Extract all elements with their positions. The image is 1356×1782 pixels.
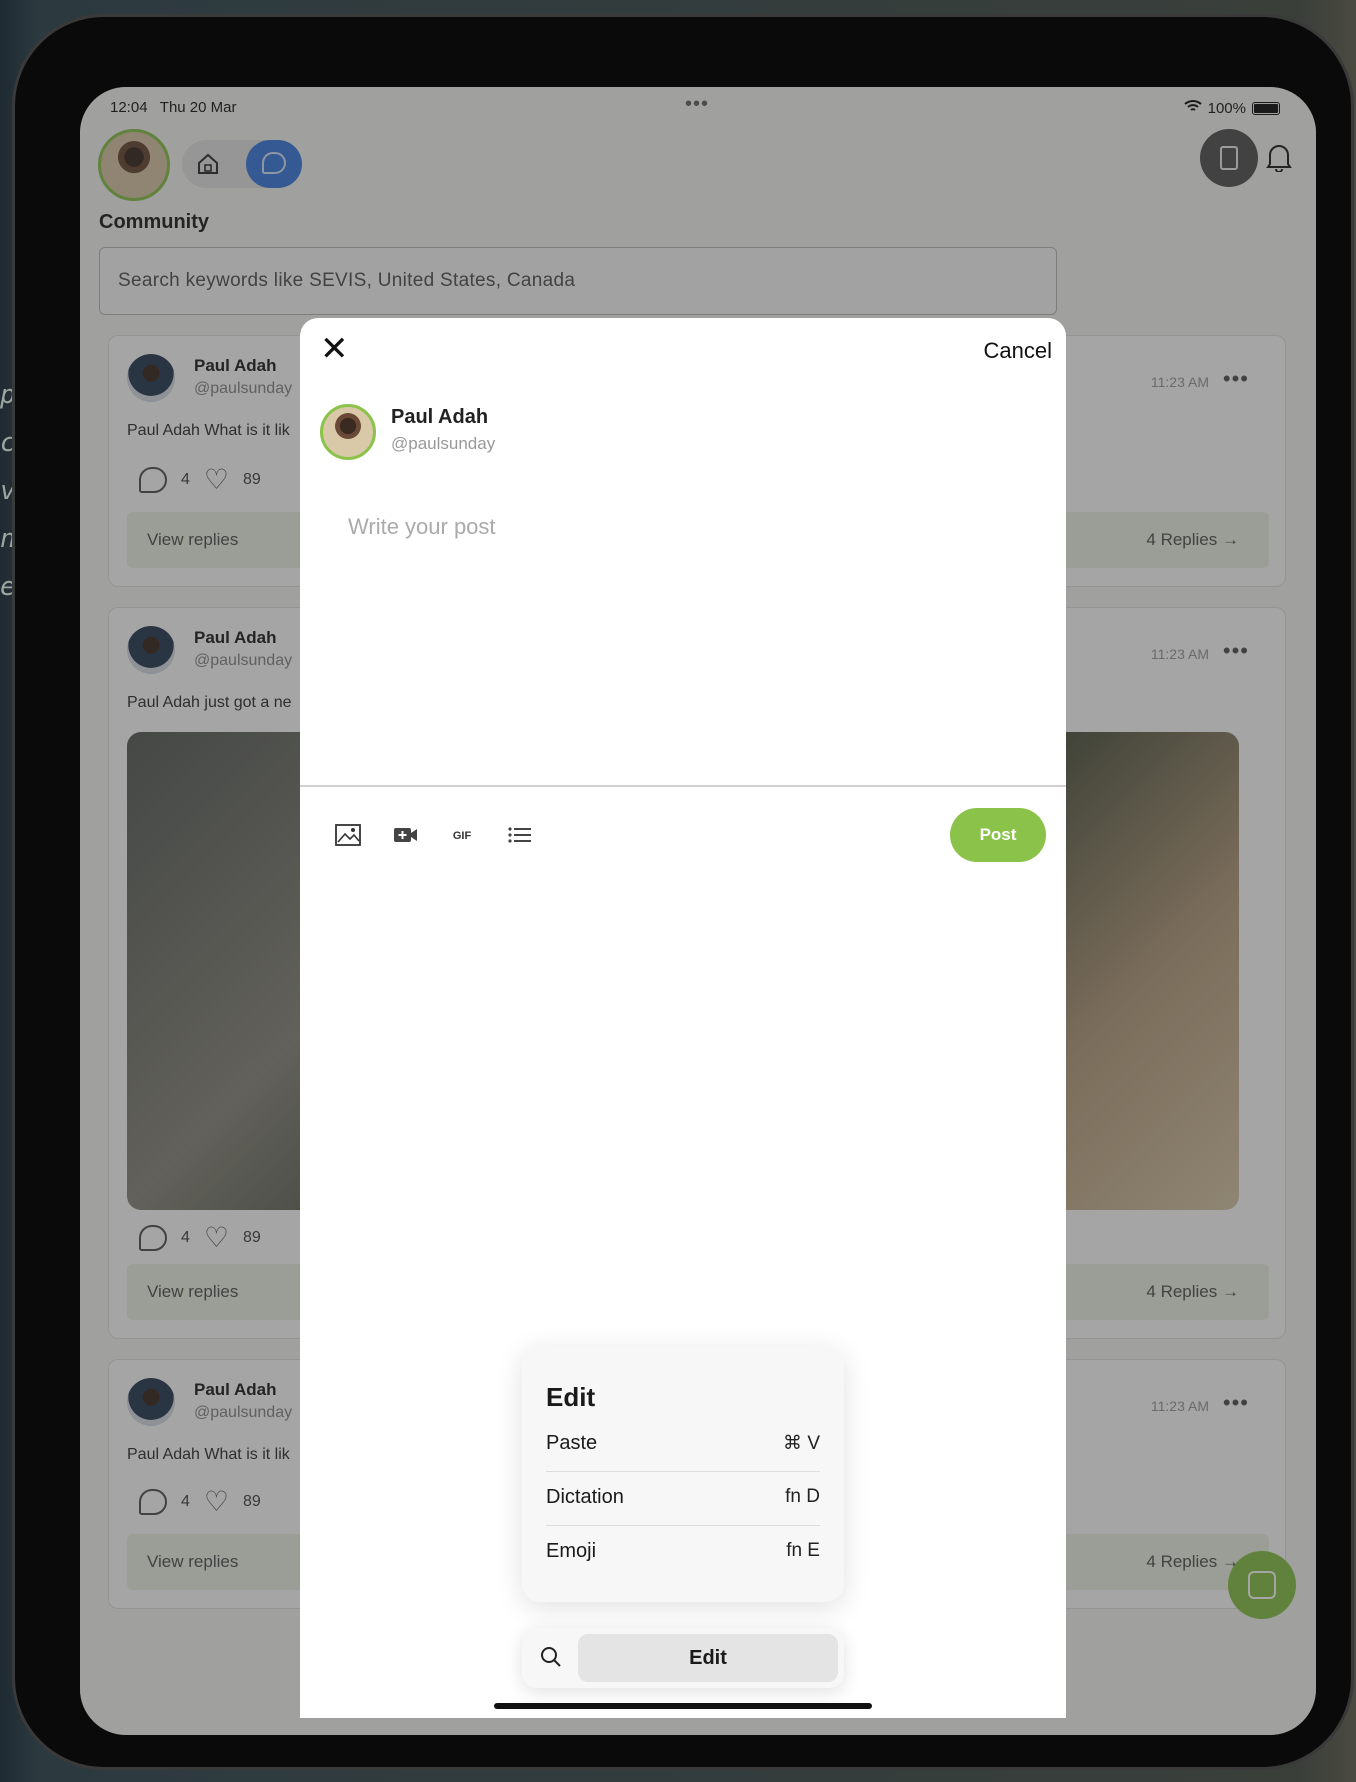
- divider: [300, 785, 1066, 787]
- search-icon[interactable]: [540, 1646, 562, 1668]
- menu-item-shortcut: ⌘ V: [783, 1433, 820, 1454]
- list-icon[interactable]: [506, 824, 534, 848]
- cancel-button[interactable]: Cancel: [984, 338, 1052, 364]
- menu-item-shortcut: fn E: [786, 1540, 820, 1561]
- composer-user-handle: @paulsunday: [391, 434, 496, 453]
- menu-item-emoji[interactable]: Emoji fn E: [546, 1526, 820, 1580]
- edit-button[interactable]: Edit: [578, 1634, 838, 1682]
- home-indicator[interactable]: [494, 1703, 872, 1709]
- gif-icon[interactable]: GIF: [448, 824, 476, 848]
- image-icon[interactable]: [334, 824, 362, 848]
- keyboard-edit-bar: Edit: [522, 1628, 844, 1688]
- menu-item-dictation[interactable]: Dictation fn D: [546, 1472, 820, 1526]
- menu-item-shortcut: fn D: [785, 1486, 820, 1507]
- post-button[interactable]: Post: [950, 808, 1046, 862]
- menu-item-label: Paste: [546, 1432, 598, 1454]
- edit-context-menu: Edit Paste ⌘ V Dictation fn D Emoji fn E: [522, 1346, 844, 1602]
- menu-title: Edit: [546, 1382, 596, 1412]
- video-icon[interactable]: [392, 824, 420, 848]
- menu-item-paste[interactable]: Paste ⌘ V: [546, 1418, 820, 1472]
- post-text-input[interactable]: Write your post: [348, 514, 496, 540]
- close-icon[interactable]: ✕: [320, 332, 349, 366]
- composer-user-name: Paul Adah: [391, 406, 489, 428]
- menu-item-label: Dictation: [546, 1486, 624, 1508]
- avatar: [320, 404, 376, 460]
- menu-item-label: Emoji: [546, 1540, 597, 1562]
